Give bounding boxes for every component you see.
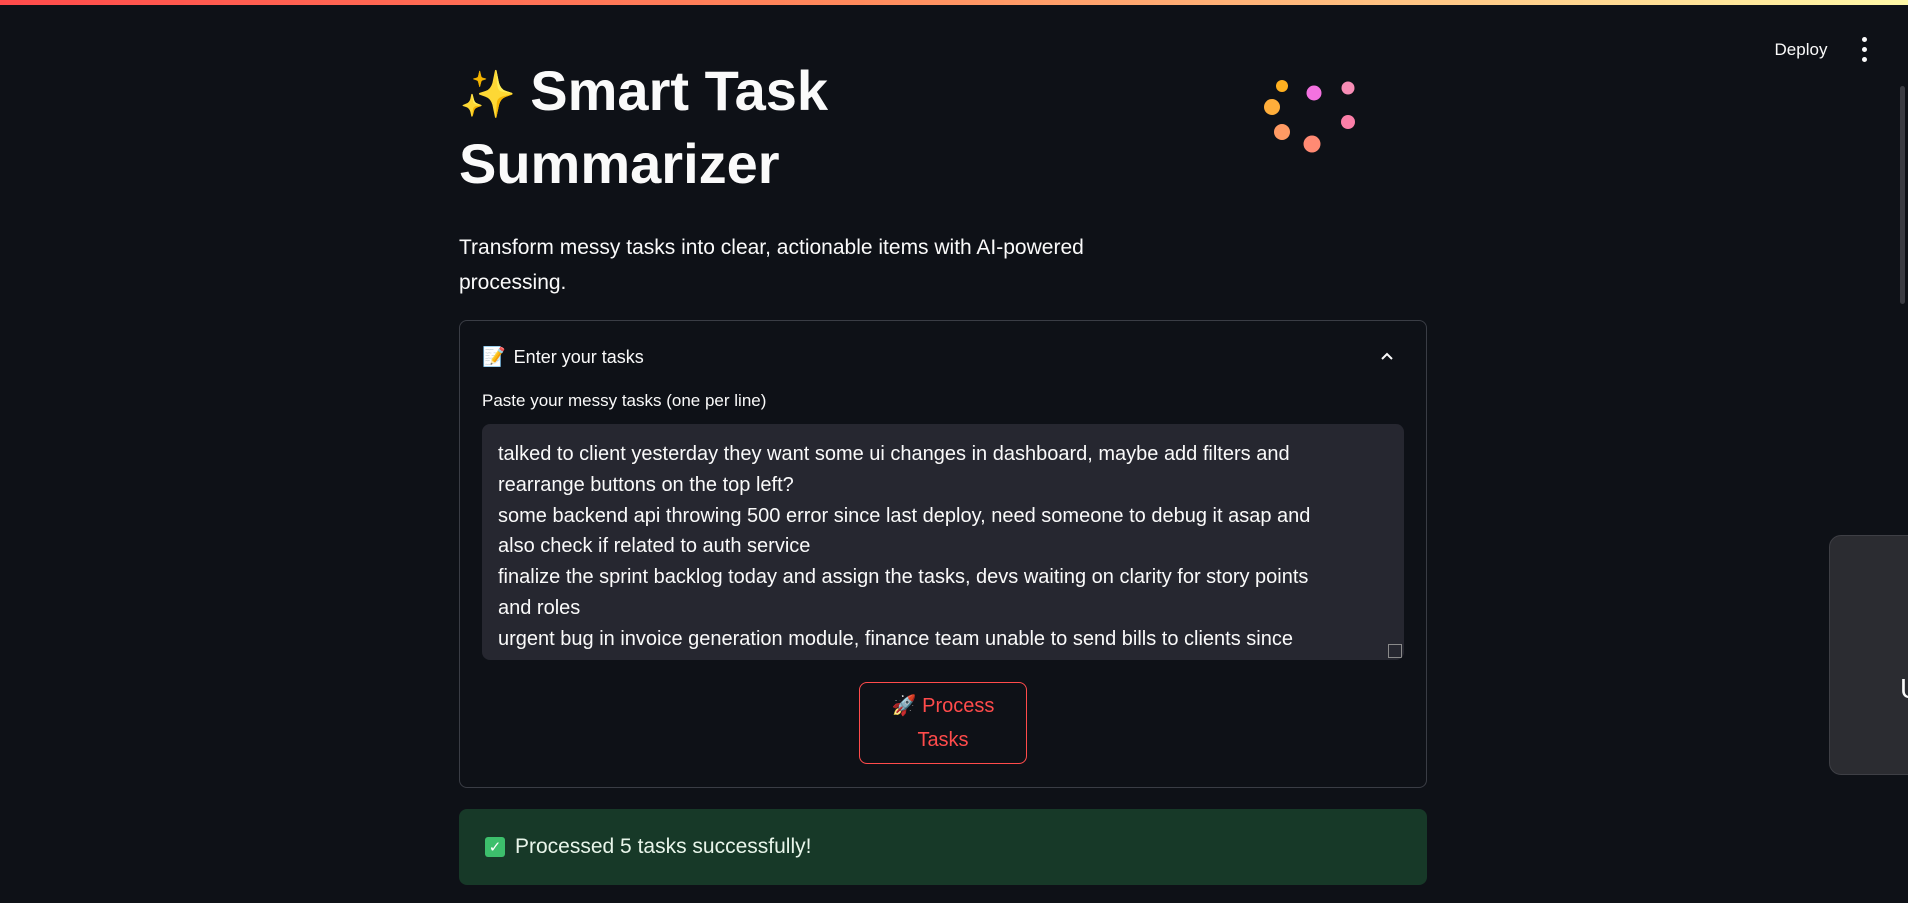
vertical-ellipsis-icon[interactable] [1852,33,1876,67]
scrollbar[interactable] [1900,86,1905,304]
process-label-line-1: Process [922,695,995,717]
side-popup-text: U [1900,673,1908,705]
tasks-textarea-container: talked to client yesterday they want som… [482,424,1404,660]
process-label-line-2: Tasks [917,729,969,751]
textarea-label: Paste your messy tasks (one per line) [482,391,767,410]
success-alert: ✓ Processed 5 tasks successfully! [459,809,1427,885]
side-popup[interactable]: U [1829,535,1908,775]
success-message: Processed 5 tasks successfully! [515,835,812,858]
expander-label: Enter your tasks [513,346,644,367]
check-box-icon: ✓ [485,837,505,857]
loading-dots-icon [1264,80,1355,153]
expander-header[interactable]: 📝 Enter your tasks [482,341,1402,373]
deploy-button[interactable]: Deploy [1760,33,1842,67]
memo-icon: 📝 [482,347,506,368]
chevron-up-icon[interactable] [1380,349,1394,363]
title-line-2: Summarizer [459,132,780,195]
page-title: ✨ Smart Task Summarizer [459,56,1219,199]
tasks-textarea[interactable]: talked to client yesterday they want som… [482,424,1404,660]
page-subtitle: Transform messy tasks into clear, action… [459,236,1084,294]
process-tasks-button[interactable]: 🚀 Process Tasks [859,682,1027,764]
tasks-expander: 📝 Enter your tasks Paste your messy task… [459,320,1427,788]
resize-handle[interactable] [1388,644,1402,658]
rocket-icon: 🚀 [891,695,917,717]
sparkles-icon: ✨ [459,68,517,120]
title-line-1: Smart Task [530,59,829,122]
